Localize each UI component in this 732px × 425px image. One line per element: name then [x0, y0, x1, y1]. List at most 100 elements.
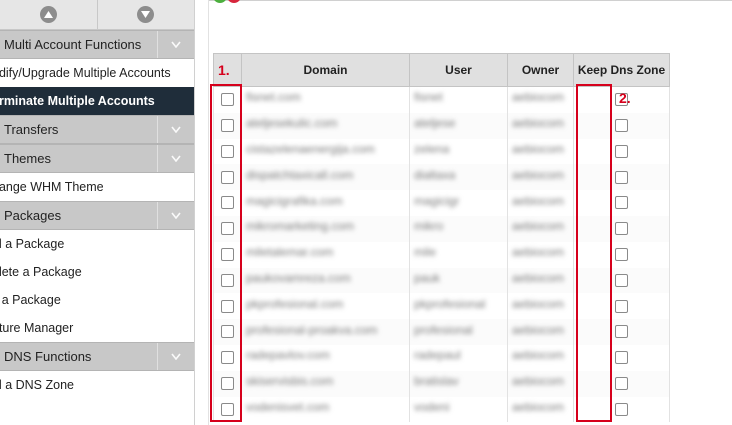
keep-dns-zone-checkbox[interactable]	[615, 325, 628, 339]
domain-column-header[interactable]: Domain	[241, 53, 410, 87]
keep-dns-zone-checkbox[interactable]	[615, 118, 628, 132]
sidebar-section-header[interactable]: Multi Account Functions	[0, 30, 194, 59]
user-cell: fisnet	[409, 86, 508, 113]
owner-cell: aebiocom	[507, 138, 574, 165]
sidebar-item[interactable]: ld a Package	[0, 230, 194, 258]
sidebar-section-label: DNS Functions	[4, 349, 92, 364]
sidebar-item[interactable]: hange WHM Theme	[0, 173, 194, 201]
owner-cell: aebiocom	[507, 86, 574, 113]
keep-dns-zone-checkbox[interactable]	[615, 170, 628, 184]
domain-value: radepavlov.com	[246, 348, 330, 363]
user-cell: pauk	[409, 267, 508, 294]
owner-value: aebiocom	[512, 270, 565, 285]
scroll-down-button[interactable]	[96, 0, 195, 29]
keep-dns-zone-checkbox[interactable]	[615, 222, 628, 236]
sidebar-section-header[interactable]: DNS Functions	[0, 342, 194, 371]
sidebar-section-header[interactable]: Packages	[0, 201, 194, 230]
user-value: radepaul	[414, 348, 461, 363]
sidebar-section-label: Packages	[4, 208, 62, 223]
scroll-up-button[interactable]	[0, 0, 97, 29]
keep-dns-zone-highlight	[576, 84, 612, 422]
domain-value: fisnet.com	[246, 90, 301, 105]
keep-dns-zone-column-header: Keep Dns Zone	[573, 53, 670, 87]
sidebar-section-header[interactable]: Themes	[0, 144, 194, 173]
user-cell: zelena	[409, 138, 508, 165]
sidebar-item-label: ld a Package	[0, 237, 65, 251]
domain-cell: mikromarketing.com	[241, 215, 410, 242]
owner-value: aebiocom	[512, 219, 565, 234]
sidebar-item[interactable]: elete a Package	[0, 258, 194, 286]
chevron-down-icon[interactable]	[157, 116, 194, 143]
user-value: magicigr	[414, 193, 460, 208]
owner-value: aebiocom	[512, 374, 565, 389]
domain-cell: profesional-proakva.com	[241, 319, 410, 345]
domain-cell: ateljesekulic.com	[241, 112, 410, 139]
owner-value: aebiocom	[512, 322, 565, 337]
keep-dns-zone-checkbox[interactable]	[615, 247, 628, 261]
keep-dns-zone-checkbox[interactable]	[615, 299, 628, 313]
owner-cell: aebiocom	[507, 396, 574, 423]
owner-cell: aebiocom	[507, 164, 574, 191]
owner-cell: aebiocom	[507, 112, 574, 139]
sidebar-item[interactable]: erminate Multiple Accounts	[0, 87, 194, 115]
owner-value: aebiocom	[512, 348, 565, 363]
owner-cell: aebiocom	[507, 293, 574, 320]
keep-dns-zone-checkbox[interactable]	[615, 402, 628, 416]
domain-value: pkprofesional.com	[246, 296, 344, 311]
owner-cell: aebiocom	[507, 319, 574, 345]
user-column-header[interactable]: User	[409, 53, 508, 87]
owner-column-header[interactable]: Owner	[507, 53, 574, 87]
user-cell: dialtaxa	[409, 164, 508, 191]
sidebar-item-label: elete a Package	[0, 265, 82, 279]
user-value: profesional	[414, 322, 473, 337]
domain-cell: cistazelenaenergija.com	[241, 138, 410, 165]
domain-cell: vodenisvet.com	[241, 396, 410, 423]
keep-dns-zone-checkbox[interactable]	[615, 376, 628, 390]
user-cell: magicigr	[409, 190, 508, 216]
domain-cell: radepavlov.com	[241, 344, 410, 371]
status-icon	[214, 0, 240, 3]
user-value: dialtaxa	[414, 167, 456, 182]
user-value: bratislav	[414, 374, 459, 389]
sidebar-section-header[interactable]: Transfers	[0, 115, 194, 144]
domain-value: mikromarketing.com	[246, 219, 355, 234]
chevron-down-icon[interactable]	[157, 343, 194, 370]
sidebar-item[interactable]: it a Package	[0, 286, 194, 314]
user-value: pkprofesional	[414, 296, 486, 311]
user-cell: profesional	[409, 319, 508, 345]
keep-dns-zone-checkbox[interactable]	[615, 351, 628, 365]
keep-dns-zone-checkbox[interactable]	[615, 144, 628, 158]
owner-value: aebiocom	[512, 90, 565, 105]
domain-cell: fisnet.com	[241, 86, 410, 113]
sidebar-menu: Multi Account Functions odify/Upgrade Mul…	[0, 30, 194, 399]
owner-value: aebiocom	[512, 245, 565, 260]
owner-value: aebiocom	[512, 399, 565, 414]
chevron-down-icon[interactable]	[157, 202, 194, 229]
chevron-down-icon[interactable]	[157, 31, 194, 58]
sidebar-scroll-controls	[0, 0, 194, 30]
owner-value: aebiocom	[512, 141, 565, 156]
owner-cell: aebiocom	[507, 215, 574, 242]
user-cell: mile	[409, 241, 508, 268]
annotation-label-1: 1.	[218, 62, 230, 78]
domain-value: miletalemar.com	[246, 245, 334, 260]
sidebar-item-label: hange WHM Theme	[0, 180, 104, 194]
sidebar-item-label: erminate Multiple Accounts	[0, 94, 155, 108]
keep-dns-zone-checkbox[interactable]	[615, 196, 628, 210]
sidebar-item[interactable]: ld a DNS Zone	[0, 371, 194, 399]
sidebar-item[interactable]: ature Manager	[0, 314, 194, 342]
domain-value: cistazelenaenergija.com	[246, 141, 375, 156]
user-value: mile	[414, 245, 437, 260]
domain-value: vodenisvet.com	[246, 399, 330, 414]
domain-cell: miletalemar.com	[241, 241, 410, 268]
owner-cell: aebiocom	[507, 190, 574, 216]
keep-dns-zone-checkbox[interactable]	[615, 273, 628, 287]
domain-value: profesional-proakva.com	[246, 322, 378, 337]
sidebar-section-label: Transfers	[4, 122, 59, 137]
sidebar-item-label: odify/Upgrade Multiple Accounts	[0, 66, 171, 80]
select-column-highlight	[210, 84, 242, 422]
sidebar-item[interactable]: odify/Upgrade Multiple Accounts	[0, 59, 194, 87]
domain-cell: dispatchtaxicall.com	[241, 164, 410, 191]
chevron-down-icon[interactable]	[157, 145, 194, 172]
content-gutter	[195, 0, 209, 425]
